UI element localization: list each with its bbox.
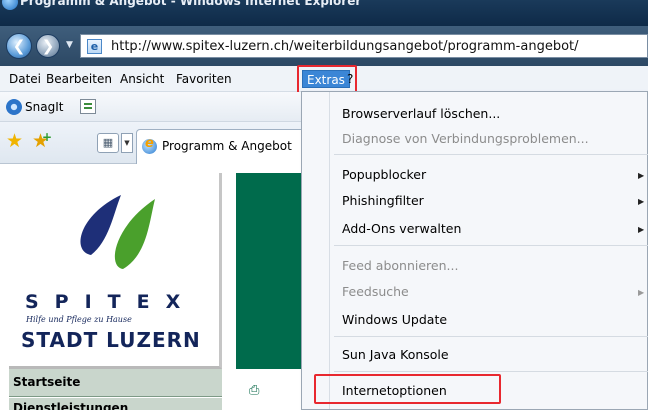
logo-city: STADT LUZERN bbox=[21, 328, 201, 352]
snagit-edit-icon[interactable] bbox=[80, 99, 96, 114]
quick-tabs-icon[interactable]: ▦ bbox=[97, 133, 119, 153]
menu-item-diagnose: Diagnose von Verbindungsproblemen... bbox=[342, 131, 589, 146]
submenu-arrow-icon: ▶ bbox=[638, 288, 645, 297]
tab-list-dropdown-icon[interactable]: ▼ bbox=[121, 133, 133, 153]
menu-item-windows-update[interactable]: Windows Update bbox=[342, 312, 447, 327]
snagit-icon bbox=[6, 99, 22, 115]
submenu-arrow-icon: ▶ bbox=[638, 225, 645, 234]
menu-extras[interactable]: Extras bbox=[302, 70, 350, 88]
menu-item-feedsuche: Feedsuche bbox=[342, 284, 409, 299]
recent-pages-dropdown-icon[interactable]: ▼ bbox=[66, 40, 73, 50]
menu-item-java-konsole[interactable]: Sun Java Konsole bbox=[342, 347, 449, 362]
menu-separator bbox=[334, 154, 648, 155]
internet-explorer-icon bbox=[2, 0, 18, 10]
menu-separator bbox=[334, 336, 648, 337]
address-url[interactable]: http://www.spitex-luzern.ch/weiterbildun… bbox=[111, 39, 579, 54]
snagit-button[interactable]: SnagIt bbox=[25, 100, 63, 114]
back-button[interactable]: ❮ bbox=[6, 33, 32, 59]
forward-button[interactable]: ❯ bbox=[36, 34, 60, 58]
menu-item-addons[interactable]: Add-Ons verwalten bbox=[342, 221, 461, 236]
menu-item-phishingfilter[interactable]: Phishingfilter bbox=[342, 193, 424, 208]
menu-favoriten[interactable]: Favoriten bbox=[176, 70, 232, 88]
nav-item-dienstleistungen[interactable]: Dienstleistungen bbox=[9, 398, 222, 410]
menu-gutter bbox=[329, 92, 330, 409]
logo-wordmark: SPITEX bbox=[25, 291, 197, 313]
window-title-bar: Programm & Angebot - Windows Internet Ex… bbox=[0, 0, 648, 26]
menu-item-feed-abonnieren: Feed abonnieren... bbox=[342, 258, 459, 273]
menu-item-popupblocker[interactable]: Popupblocker bbox=[342, 167, 426, 182]
submenu-arrow-icon: ▶ bbox=[638, 171, 645, 180]
spitex-logo-graphic bbox=[80, 195, 155, 269]
menu-bearbeiten[interactable]: Bearbeiten bbox=[46, 70, 112, 88]
back-arrow-icon: ❮ bbox=[12, 37, 26, 55]
forward-arrow-icon: ❯ bbox=[41, 37, 55, 55]
menu-separator bbox=[334, 245, 648, 246]
menu-separator bbox=[334, 371, 648, 372]
favorites-star-icon[interactable]: ★ bbox=[6, 131, 23, 151]
print-icon[interactable]: ⎙ bbox=[249, 383, 259, 398]
page-icon: e bbox=[87, 39, 102, 54]
tab-title: Programm & Angebot bbox=[162, 139, 292, 153]
navigation-bar: ❮ ❯ ▼ e http://www.spitex-luzern.ch/weit… bbox=[0, 26, 648, 66]
menu-help[interactable]: ? bbox=[347, 70, 353, 88]
nav-item-label: Dienstleistungen bbox=[13, 401, 129, 410]
menu-item-internetoptionen[interactable]: Internetoptionen bbox=[342, 383, 447, 398]
extras-menu: Browserverlauf löschen... Diagnose von V… bbox=[301, 91, 648, 410]
nav-item-label: Startseite bbox=[13, 375, 81, 389]
tab-page-icon bbox=[142, 136, 157, 154]
add-favorite-icon[interactable]: ★ bbox=[32, 127, 52, 151]
logo-tagline: Hilfe und Pflege zu Hause bbox=[26, 315, 132, 324]
menu-bar: Datei Bearbeiten Ansicht Favoriten Extra… bbox=[0, 66, 648, 92]
menu-ansicht[interactable]: Ansicht bbox=[120, 70, 164, 88]
spitex-logo[interactable]: SPITEX Hilfe und Pflege zu Hause STADT L… bbox=[9, 173, 222, 369]
nav-item-startseite[interactable]: Startseite bbox=[9, 369, 222, 397]
submenu-arrow-icon: ▶ bbox=[638, 197, 645, 206]
window-title: Programm & Angebot - Windows Internet Ex… bbox=[20, 0, 362, 8]
menu-datei[interactable]: Datei bbox=[9, 70, 41, 88]
address-field[interactable]: e http://www.spitex-luzern.ch/weiterbild… bbox=[80, 34, 648, 58]
menu-item-browserverlauf[interactable]: Browserverlauf löschen... bbox=[342, 106, 500, 121]
browser-tab[interactable]: Programm & Angebot bbox=[136, 129, 306, 164]
